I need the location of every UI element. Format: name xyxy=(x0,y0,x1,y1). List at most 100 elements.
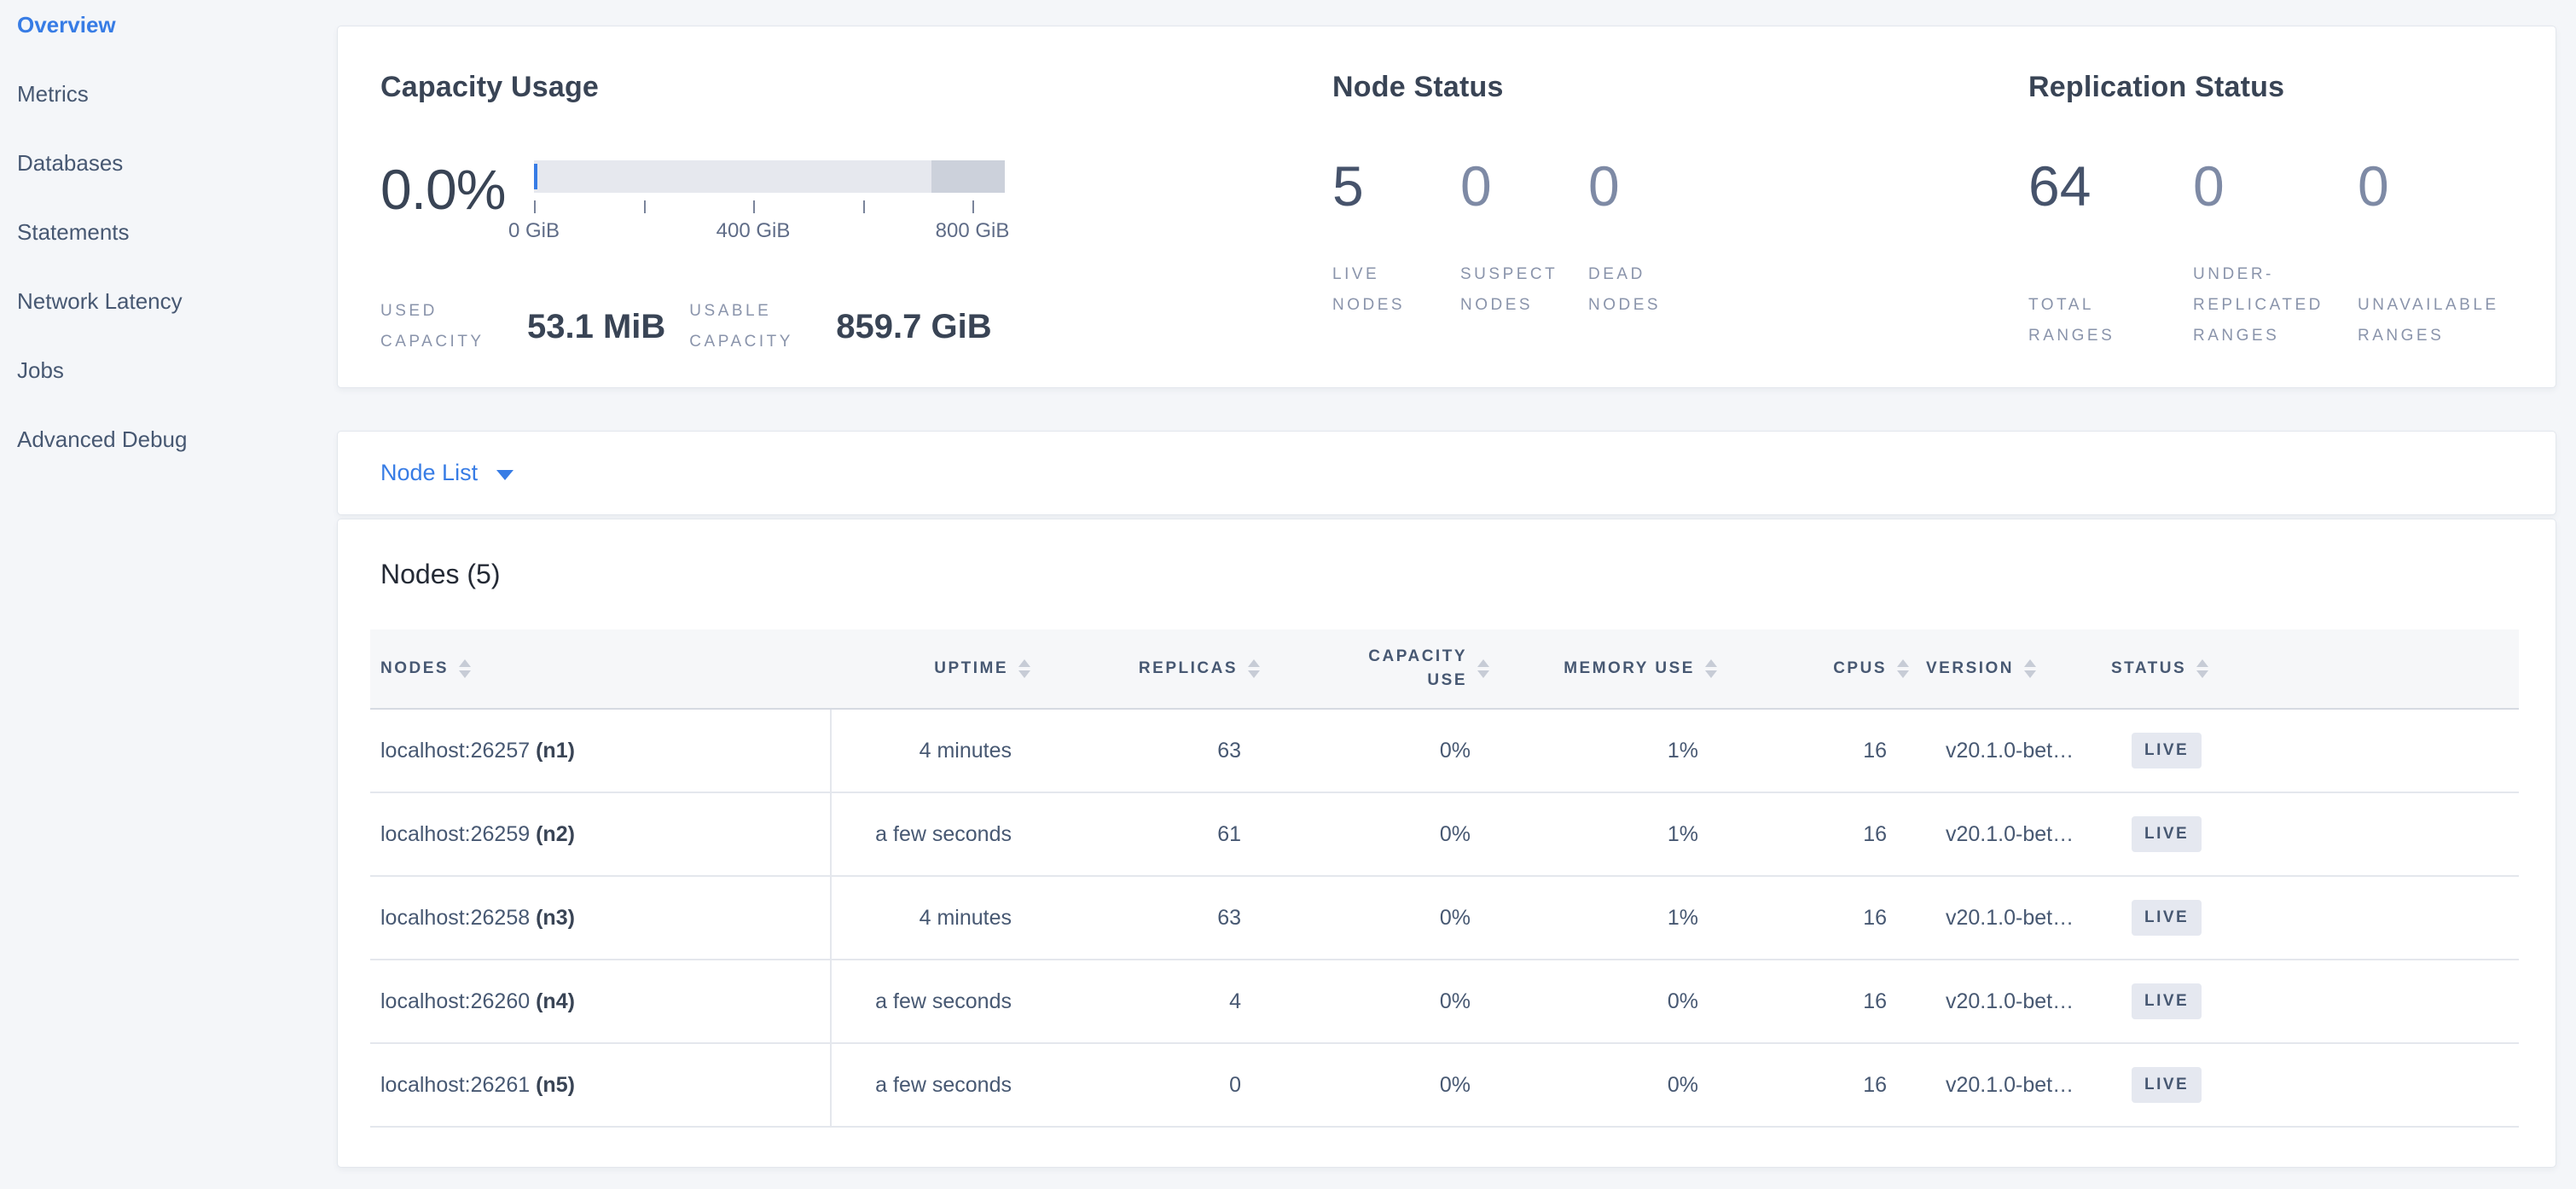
status-badge: LIVE xyxy=(2132,816,2202,852)
node-address-cell: localhost:26261 (n5) xyxy=(370,1043,831,1127)
column-header-content: STATUS xyxy=(2101,659,2519,678)
cpus-cell: 16 xyxy=(1724,876,1916,960)
node-address-cell: localhost:26259 (n2) xyxy=(370,792,831,876)
memory-use-cell: 0% xyxy=(1496,1043,1724,1127)
memory-use-cell: 1% xyxy=(1496,709,1724,792)
node-id: (n5) xyxy=(536,1073,575,1097)
replicas-cell: 63 xyxy=(1037,709,1267,792)
nodes-table: NODES UPTIME REPLICASCAPACITY USE MEMORY US… xyxy=(370,629,2519,1128)
cpus-cell: 16 xyxy=(1724,709,1916,792)
column-header-status[interactable]: STATUS xyxy=(2101,629,2519,709)
sort-down-arrow xyxy=(1705,670,1717,678)
node-address-link[interactable]: localhost:26260 (n4) xyxy=(380,989,575,1013)
column-header-content: CAPACITY USE xyxy=(1267,645,1496,692)
sort-up-arrow xyxy=(2024,659,2036,667)
version-cell: v20.1.0-bet… xyxy=(1916,1043,2101,1127)
capacity-bar-chart: 0 GiB400 GiB800 GiB xyxy=(534,157,1005,245)
status-badge: LIVE xyxy=(2132,733,2202,768)
column-header-label: CPUS xyxy=(1833,659,1887,678)
node-address-link[interactable]: localhost:26258 (n3) xyxy=(380,906,575,930)
node-address-link[interactable]: localhost:26257 (n1) xyxy=(380,739,575,763)
replication-status-section: Replication Status 6400 TOTAL RANGESUNDE… xyxy=(2028,71,2556,387)
axis-tick-mark xyxy=(534,200,536,213)
node-address-link[interactable]: localhost:26259 (n2) xyxy=(380,822,575,846)
column-header-label: MEMORY USE xyxy=(1564,659,1695,678)
node-list-dropdown-label: Node List xyxy=(380,460,478,486)
node-status-label-suspect-nodes: SUSPECT NODES xyxy=(1460,259,1588,321)
column-header-content: REPLICAS xyxy=(1037,659,1267,678)
sort-down-arrow xyxy=(459,670,471,678)
sort-up-arrow xyxy=(1705,659,1717,667)
capacity-usage-section: Capacity Usage 0.0% 0 GiB400 GiB800 GiB … xyxy=(380,71,1332,387)
column-header-replicas[interactable]: REPLICAS xyxy=(1037,629,1267,709)
table-row: localhost:26258 (n3)4 minutes630%1%16v20… xyxy=(370,876,2519,960)
sort-up-arrow xyxy=(1477,659,1489,667)
replication-status-values: 6400 xyxy=(2028,154,2556,218)
axis-tick-mark xyxy=(753,200,755,213)
sort-down-arrow xyxy=(2196,670,2208,678)
sort-icon xyxy=(459,659,471,678)
stat-label: USABLE CAPACITY xyxy=(689,296,836,357)
nodes-table-body: localhost:26257 (n1)4 minutes630%1%16v20… xyxy=(370,709,2519,1127)
sidebar-item-statements[interactable]: Statements xyxy=(0,198,337,267)
column-header-uptime[interactable]: UPTIME xyxy=(831,629,1037,709)
nodes-table-header-row: NODES UPTIME REPLICASCAPACITY USE MEMORY US… xyxy=(370,629,2519,709)
column-header-cpus[interactable]: CPUS xyxy=(1724,629,1916,709)
stat-value: 53.1 MiB xyxy=(527,308,665,346)
sort-down-arrow xyxy=(1248,670,1260,678)
replicas-cell: 61 xyxy=(1037,792,1267,876)
node-status-value-suspect-nodes: 0 xyxy=(1460,154,1588,218)
node-status-label-dead-nodes: DEAD NODES xyxy=(1588,259,1716,321)
replication-label-total-ranges: TOTAL RANGES xyxy=(2028,290,2193,351)
column-header-label: STATUS xyxy=(2111,659,2186,678)
capacity-bar-dark-segment xyxy=(931,160,1005,193)
column-header-memory-use[interactable]: MEMORY USE xyxy=(1496,629,1724,709)
sort-down-arrow xyxy=(1018,670,1030,678)
cluster-summary-card: Capacity Usage 0.0% 0 GiB400 GiB800 GiB … xyxy=(337,26,2556,388)
sidebar-item-overview[interactable]: Overview xyxy=(0,0,337,60)
sort-icon xyxy=(1018,659,1030,678)
capacity-use-cell: 0% xyxy=(1267,792,1496,876)
version-cell: v20.1.0-bet… xyxy=(1916,792,2101,876)
node-id: (n3) xyxy=(536,906,575,930)
sidebar-item-network-latency[interactable]: Network Latency xyxy=(0,267,337,336)
column-header-label: UPTIME xyxy=(934,659,1008,678)
column-header-nodes[interactable]: NODES xyxy=(370,629,831,709)
table-row: localhost:26259 (n2) a few seconds610%1%1… xyxy=(370,792,2519,876)
replicas-cell: 63 xyxy=(1037,876,1267,960)
uptime-cell: a few seconds xyxy=(831,792,1037,876)
nodes-table-card: Nodes (5) NODES UPTIME REPLICASCAPACITY US… xyxy=(337,519,2556,1168)
node-address-link[interactable]: localhost:26261 (n5) xyxy=(380,1073,575,1097)
axis-tick-mark xyxy=(863,200,865,213)
column-header-capacity-use[interactable]: CAPACITY USE xyxy=(1267,629,1496,709)
sidebar-item-metrics[interactable]: Metrics xyxy=(0,60,337,129)
node-address-cell: localhost:26257 (n1) xyxy=(370,709,831,792)
sidebar-item-jobs[interactable]: Jobs xyxy=(0,336,337,405)
column-header-content: CPUS xyxy=(1724,659,1916,678)
memory-use-cell: 1% xyxy=(1496,792,1724,876)
column-header-content: NODES xyxy=(370,659,831,678)
node-list-dropdown-card: Node List xyxy=(337,431,2556,515)
sidebar-item-databases[interactable]: Databases xyxy=(0,129,337,198)
node-list-dropdown[interactable]: Node List xyxy=(380,460,513,486)
uptime-cell: 4 minutes xyxy=(831,876,1037,960)
node-status-labels: LIVE NODESSUSPECT NODESDEAD NODES xyxy=(1332,259,2028,321)
column-header-content: VERSION xyxy=(1916,659,2101,678)
table-row: localhost:26260 (n4)a few seconds40%0%16… xyxy=(370,960,2519,1043)
sort-up-arrow xyxy=(2196,659,2208,667)
sort-up-arrow xyxy=(1018,659,1030,667)
column-header-version[interactable]: VERSION xyxy=(1916,629,2101,709)
status-cell: LIVE xyxy=(2101,960,2519,1043)
stat-value: 859.7 GiB xyxy=(836,308,991,346)
cpus-cell: 16 xyxy=(1724,792,1916,876)
sidebar-item-advanced-debug[interactable]: Advanced Debug xyxy=(0,405,337,474)
status-cell: LIVE xyxy=(2101,1043,2519,1127)
capacity-use-cell: 0% xyxy=(1267,1043,1496,1127)
nodes-table-heading: Nodes (5) xyxy=(380,559,2517,590)
axis-tick-label: 800 GiB xyxy=(936,219,1010,243)
capacity-stat-used: USED CAPACITY53.1 MiB xyxy=(380,296,689,357)
node-status-section: Node Status 500 LIVE NODESSUSPECT NODESD… xyxy=(1332,71,2028,387)
replication-label-under-replicated-ranges: UNDER- REPLICATED RANGES xyxy=(2193,259,2358,351)
sort-icon xyxy=(1705,659,1717,678)
sort-icon xyxy=(2024,659,2036,678)
